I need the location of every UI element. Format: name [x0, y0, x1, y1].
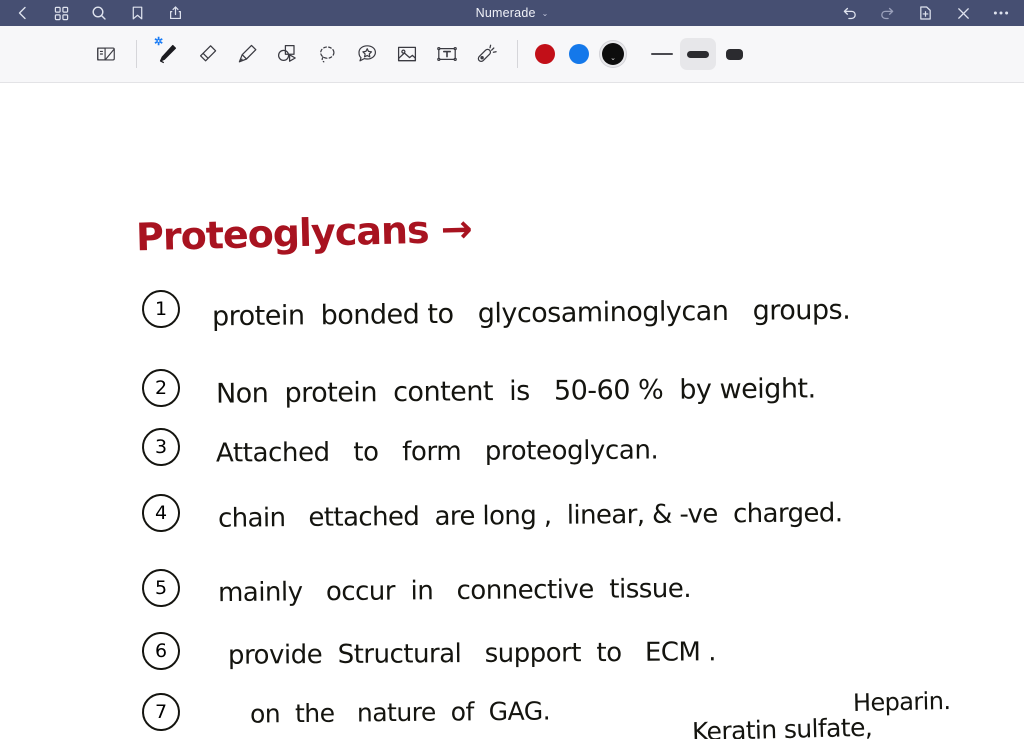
bluetooth-icon: ✲ [154, 36, 164, 48]
bookmark-icon[interactable] [128, 4, 146, 22]
undo-icon[interactable] [840, 4, 858, 22]
list-item-marker: 7 [141, 692, 181, 732]
color-swatch-red[interactable] [528, 34, 562, 74]
highlighter-tool[interactable] [227, 34, 267, 74]
close-icon[interactable] [954, 4, 972, 22]
list-item-marker: 6 [141, 631, 181, 671]
page-layout-tool[interactable] [86, 34, 126, 74]
list-item: Non protein content is 50-60 % by weight… [215, 373, 816, 410]
pen-tool[interactable]: ✲ [147, 34, 187, 74]
text-tool[interactable] [427, 34, 467, 74]
note-heading: Proteoglycans → [135, 206, 473, 260]
list-item-marker: 2 [141, 368, 181, 408]
stroke-width-medium[interactable] [680, 38, 716, 70]
page-title: Numerade [475, 6, 536, 20]
topbar-right-icon-group [840, 4, 1010, 22]
topbar-left-icon-group [14, 4, 184, 22]
top-navigation-bar: Numerade ⌄ [0, 0, 1024, 26]
shapes-tool[interactable] [267, 34, 307, 74]
stroke-width-thin[interactable] [644, 38, 680, 70]
share-icon[interactable] [166, 4, 184, 22]
eraser-tool[interactable] [187, 34, 227, 74]
list-item: Attached to form proteoglycan. [215, 435, 659, 469]
list-item: mainly occur in connective tissue. [217, 573, 692, 609]
stroke-width-thick[interactable] [716, 38, 752, 70]
image-tool[interactable] [387, 34, 427, 74]
note-keratin-sulfate: Keratin sulfate, [691, 712, 873, 739]
color-swatch-blue[interactable] [562, 34, 596, 74]
note-canvas[interactable]: Proteoglycans → 1 protein bonded to glyc… [0, 83, 1024, 739]
list-item-marker: 1 [141, 289, 181, 329]
list-item: chain ettached are long , linear, & -ve … [217, 498, 843, 534]
drawing-toolbar: ✲ ⌄ [0, 26, 1024, 83]
list-item: provide Structural support to ECM . [227, 637, 717, 671]
list-item-marker: 5 [141, 568, 181, 608]
chevron-down-icon: ⌄ [610, 55, 616, 62]
list-item-marker: 3 [141, 427, 181, 467]
chevron-down-icon[interactable]: ⌄ [542, 10, 549, 18]
more-options-icon[interactable] [992, 4, 1010, 22]
back-chevron-icon[interactable] [14, 4, 32, 22]
search-icon[interactable] [90, 4, 108, 22]
thumbnails-grid-icon[interactable] [52, 4, 70, 22]
add-page-icon[interactable] [916, 4, 934, 22]
toolbar-divider-colors [517, 40, 518, 68]
list-item-marker: 4 [141, 493, 181, 533]
color-swatch-black[interactable]: ⌄ [596, 34, 630, 74]
sticker-tool[interactable] [347, 34, 387, 74]
redo-icon[interactable] [878, 4, 896, 22]
list-item: on the nature of GAG. [249, 696, 551, 729]
toolbar-divider [136, 40, 137, 68]
list-item: protein bonded to glycosaminoglycan grou… [211, 294, 851, 333]
laser-pointer-tool[interactable] [467, 34, 507, 74]
lasso-tool[interactable] [307, 34, 347, 74]
